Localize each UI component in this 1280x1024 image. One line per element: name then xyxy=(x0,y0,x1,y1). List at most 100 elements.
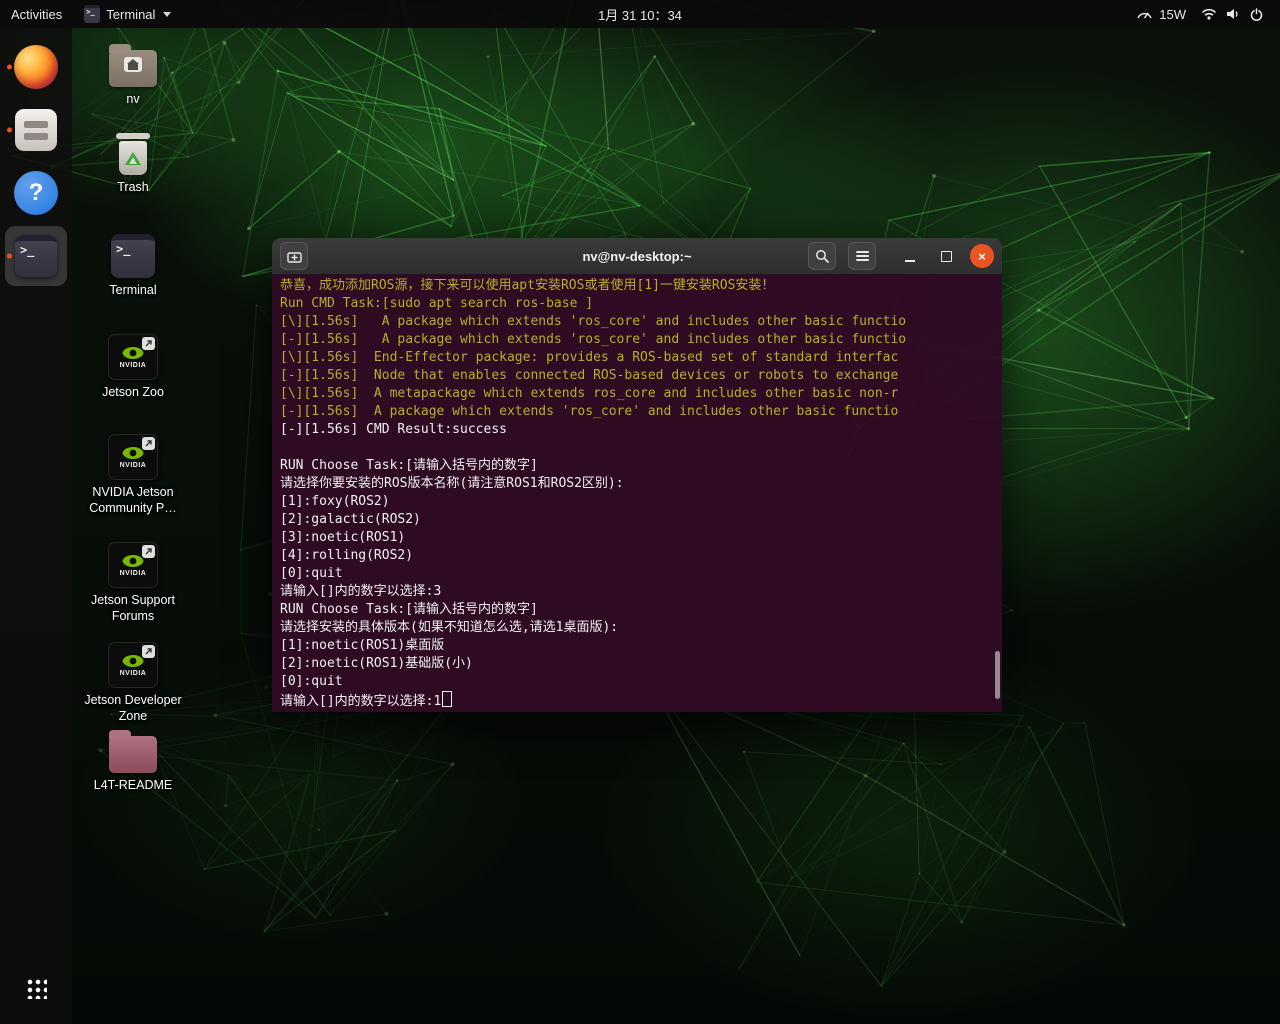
running-indicator xyxy=(7,128,12,133)
window-title: nv@nv-desktop:~ xyxy=(582,249,691,264)
dock-items: ? >_ xyxy=(5,34,67,289)
nvidia-word: NVIDIA xyxy=(120,570,147,577)
show-applications-button[interactable] xyxy=(10,966,62,1010)
activities-button[interactable]: Activities xyxy=(0,0,73,28)
maximize-button[interactable] xyxy=(934,244,958,268)
nvidia-eye-icon xyxy=(122,446,144,460)
trash-icon xyxy=(116,133,150,175)
nvidia-word: NVIDIA xyxy=(120,462,147,469)
desktop-icons: nvTrash>_TerminalNVIDIAJetson ZooNVIDIAN… xyxy=(78,28,190,1024)
desktop-icon-jetson-zoo[interactable]: NVIDIA Jetson Zoo xyxy=(78,328,188,401)
close-button[interactable]: × xyxy=(970,244,994,268)
terminal-line: [\][1.56s] End-Effector package: provide… xyxy=(280,349,994,367)
nvidia-word: NVIDIA xyxy=(120,670,147,677)
nvidia-eye-icon xyxy=(122,554,144,568)
app-menu-label: Terminal xyxy=(106,7,155,22)
terminal-cursor xyxy=(442,691,452,707)
link-arrow-icon xyxy=(144,339,153,348)
desktop-icon-jetson-support-forums[interactable]: NVIDIAJetson Support Forums xyxy=(78,536,188,624)
firefox-icon xyxy=(14,45,58,89)
volume-icon xyxy=(1226,8,1241,20)
desktop-icon-nv[interactable]: nv xyxy=(78,40,188,108)
nvidia-app-icon: NVIDIA xyxy=(108,334,158,380)
menu-button[interactable] xyxy=(848,242,876,270)
terminal-line: [1]:noetic(ROS1)桌面版 xyxy=(280,637,994,655)
wifi-icon xyxy=(1201,8,1217,20)
desktop-icon-l4t-readme[interactable]: L4T-README xyxy=(78,726,188,794)
running-indicator xyxy=(7,65,12,70)
new-tab-icon xyxy=(287,250,302,263)
desktop: Activities >_ Terminal 1月 31 10：34 15W ?… xyxy=(0,0,1280,1024)
dock-item-files[interactable] xyxy=(5,100,67,160)
titlebar[interactable]: nv@nv-desktop:~ × xyxy=(272,238,1002,275)
link-emblem xyxy=(142,437,155,450)
terminal-lines: 恭喜，成功添加ROS源，接下来可以使用apt安装ROS或者使用[1]一键安装RO… xyxy=(280,277,994,709)
terminal-line: [2]:noetic(ROS1)基础版(小) xyxy=(280,655,994,673)
chevron-down-icon xyxy=(163,12,171,17)
dock-item-help[interactable]: ? xyxy=(5,163,67,223)
hamburger-menu-icon xyxy=(856,255,869,257)
running-indicator xyxy=(7,254,12,259)
desktop-icon-label: NVIDIA Jetson Community P… xyxy=(78,485,188,516)
power-mode-indicator[interactable]: 15W xyxy=(1125,0,1190,28)
desktop-icon-label: Jetson Zoo xyxy=(102,385,164,401)
terminal-line: [\][1.56s] A package which extends 'ros_… xyxy=(280,313,994,331)
desktop-icon-trash[interactable]: Trash xyxy=(78,128,188,196)
titlebar-buttons: × xyxy=(808,242,994,270)
link-arrow-icon xyxy=(144,647,153,656)
terminal-line: 恭喜，成功添加ROS源，接下来可以使用apt安装ROS或者使用[1]一键安装RO… xyxy=(280,277,994,295)
terminal-line: [4]:rolling(ROS2) xyxy=(280,547,994,565)
search-button[interactable] xyxy=(808,242,836,270)
terminal-line: Run CMD Task:[sudo apt search ros-base ] xyxy=(280,295,994,313)
new-tab-button[interactable] xyxy=(280,242,308,270)
desktop-icon-label: Terminal xyxy=(109,283,156,299)
help-icon: ? xyxy=(14,171,58,215)
app-menu[interactable]: >_ Terminal xyxy=(73,0,182,28)
link-emblem xyxy=(142,545,155,558)
scrollbar-thumb[interactable] xyxy=(995,651,1000,699)
link-emblem xyxy=(142,337,155,350)
terminal-output[interactable]: 恭喜，成功添加ROS源，接下来可以使用apt安装ROS或者使用[1]一键安装RO… xyxy=(272,274,1002,712)
terminal-line: [\][1.56s] A metapackage which extends r… xyxy=(280,385,994,403)
terminal-line: 请选择你要安装的ROS版本名称(请注意ROS1和ROS2区别): xyxy=(280,475,994,493)
terminal-window: nv@nv-desktop:~ × 恭喜，成功添加R xyxy=(272,238,1002,712)
dock-item-terminal[interactable]: >_ xyxy=(5,226,67,286)
minimize-button[interactable] xyxy=(898,244,922,268)
terminal-line: RUN Choose Task:[请输入括号内的数字] xyxy=(280,457,994,475)
terminal-app-icon: >_ xyxy=(84,5,100,23)
terminal-line: [3]:noetic(ROS1) xyxy=(280,529,994,547)
app-grid-icon xyxy=(25,977,47,999)
terminal-line: 请输入[]内的数字以选择:3 xyxy=(280,583,994,601)
dock-item-firefox[interactable] xyxy=(5,37,67,97)
folder-icon xyxy=(109,736,157,773)
files-icon xyxy=(15,109,57,151)
desktop-icon-label: Trash xyxy=(117,180,149,196)
terminal-line xyxy=(280,439,994,457)
home-folder-icon xyxy=(109,50,157,87)
top-bar: Activities >_ Terminal 1月 31 10：34 15W xyxy=(0,0,1280,28)
nvidia-app-icon: NVIDIA xyxy=(108,434,158,480)
desktop-icon-terminal[interactable]: >_Terminal xyxy=(78,228,188,299)
link-emblem xyxy=(142,645,155,658)
desktop-icon-jetson-developer-zone[interactable]: NVIDIA Jetson Developer Zone xyxy=(78,636,188,724)
recycle-icon xyxy=(125,152,141,165)
clock[interactable]: 1月 31 10：34 xyxy=(587,0,693,28)
system-menu[interactable] xyxy=(1190,0,1274,28)
desktop-icon-label: Jetson Developer Zone xyxy=(78,693,188,724)
terminal-line: [0]:quit xyxy=(280,673,994,691)
terminal-line: [0]:quit xyxy=(280,565,994,583)
terminal-line: [-][1.56s] CMD Result:success xyxy=(280,421,994,439)
terminal-line: RUN Choose Task:[请输入括号内的数字] xyxy=(280,601,994,619)
desktop-icon-nvidia-jetson-community-p[interactable]: NVIDIA NVIDIA Jetson Community P… xyxy=(78,428,188,516)
dock: ? >_ xyxy=(0,28,72,1024)
power-icon xyxy=(1250,8,1263,21)
maximize-icon xyxy=(941,251,952,262)
nvidia-eye-icon xyxy=(122,654,144,668)
terminal-line: 请输入[]内的数字以选择:1 xyxy=(280,691,994,709)
close-icon: × xyxy=(978,250,986,263)
power-watts-label: 15W xyxy=(1159,7,1186,22)
desktop-icon-label: nv xyxy=(126,92,139,108)
nvidia-eye-icon xyxy=(122,346,144,360)
terminal-scrollbar[interactable] xyxy=(993,274,1002,712)
power-meter-icon xyxy=(1136,8,1153,20)
